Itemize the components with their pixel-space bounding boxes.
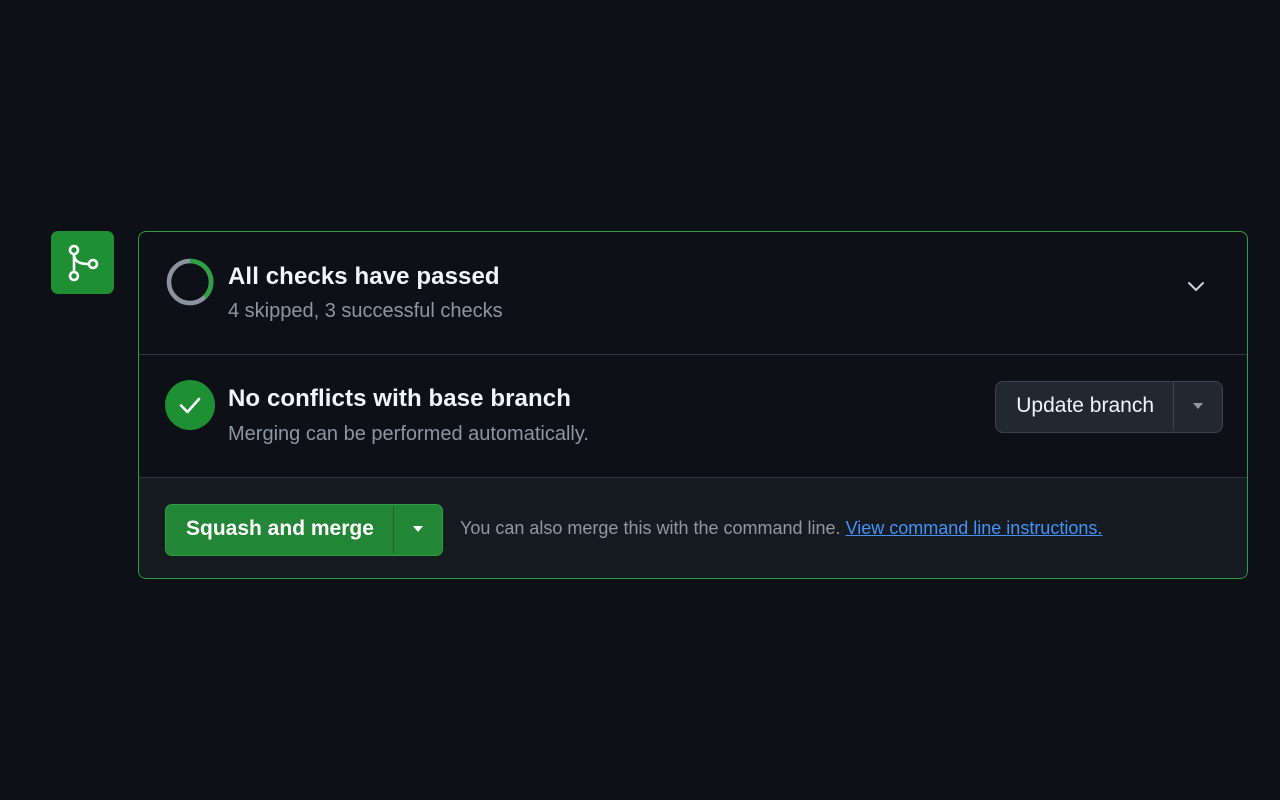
update-branch-button-group: Update branch: [995, 381, 1223, 433]
triangle-down-icon: [412, 526, 423, 532]
checks-subtitle: 4 skipped, 3 successful checks: [228, 300, 503, 322]
conflicts-subtitle: Merging can be performed automatically.: [228, 423, 589, 445]
triangle-down-icon: [1193, 403, 1203, 409]
conflicts-section: No conflicts with base branch Merging ca…: [139, 355, 1247, 478]
checks-section: All checks have passed 4 skipped, 3 succ…: [139, 232, 1247, 355]
command-line-hint: You can also merge this with the command…: [460, 518, 1102, 539]
update-branch-button[interactable]: Update branch: [996, 382, 1174, 430]
command-line-hint-text: You can also merge this with the command…: [460, 518, 841, 538]
check-circle-icon: [165, 380, 215, 430]
progress-ring-icon: [166, 258, 214, 306]
checks-title: All checks have passed: [228, 263, 500, 290]
merge-status-tile: [51, 231, 114, 294]
conflicts-title: No conflicts with base branch: [228, 385, 571, 412]
squash-and-merge-button[interactable]: Squash and merge: [166, 505, 394, 553]
merge-action-section: Squash and merge You can also merge this…: [139, 478, 1247, 578]
chevron-down-icon[interactable]: [1185, 276, 1207, 298]
command-line-instructions-link[interactable]: View command line instructions.: [846, 518, 1103, 538]
merge-panel: All checks have passed 4 skipped, 3 succ…: [138, 231, 1248, 579]
git-merge-icon: [68, 244, 98, 281]
squash-merge-button-group: Squash and merge: [165, 504, 443, 556]
merge-method-dropdown-button[interactable]: [394, 505, 442, 553]
update-branch-dropdown-button[interactable]: [1174, 382, 1222, 430]
